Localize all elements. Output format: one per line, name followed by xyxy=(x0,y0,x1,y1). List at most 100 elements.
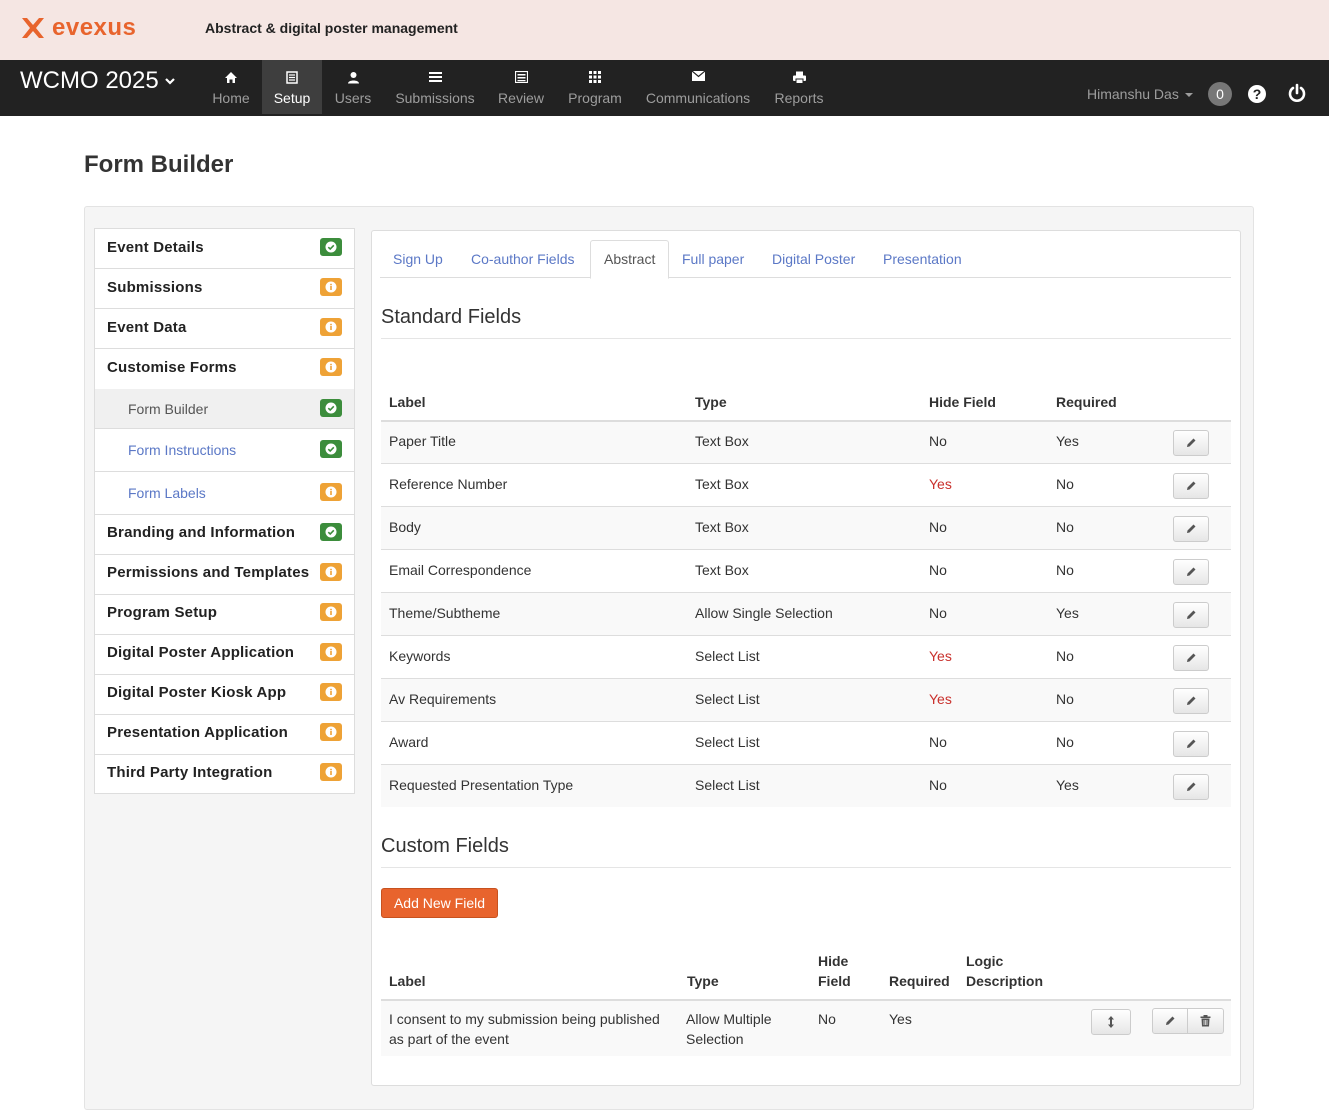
field-type: Select List xyxy=(695,648,760,664)
field-label: Email Correspondence xyxy=(389,562,532,578)
edit-field-button[interactable] xyxy=(1173,430,1209,456)
sidebar-item-event-details[interactable]: Event Details xyxy=(95,229,354,269)
col-header-logic: Logic Description xyxy=(966,951,1043,991)
field-label-line2: as part of the event xyxy=(389,1031,509,1047)
field-type-line1: Allow Multiple xyxy=(686,1011,772,1027)
nav-review-label: Review xyxy=(498,90,544,106)
review-icon xyxy=(514,71,528,83)
sidebar-item-label: Digital Poster Application xyxy=(107,644,295,661)
tab-digital-poster[interactable]: Digital Poster xyxy=(759,240,868,278)
edit-field-button[interactable] xyxy=(1173,473,1209,499)
tab-sign-up[interactable]: Sign Up xyxy=(380,240,456,278)
info-circle-icon xyxy=(320,723,342,741)
table-row: I consent to my submission being publish… xyxy=(381,999,1231,1056)
table-row: Theme/Subtheme Allow Single Selection No… xyxy=(381,592,1231,635)
home-icon xyxy=(225,72,237,83)
info-circle-icon xyxy=(320,278,342,296)
nav-submissions[interactable]: Submissions xyxy=(389,60,481,114)
nav-review[interactable]: Review xyxy=(493,60,549,114)
field-required: No xyxy=(1056,519,1074,535)
field-hide: Yes xyxy=(929,476,952,492)
sidebar-item-event-data[interactable]: Event Data xyxy=(95,309,354,349)
nav-communications[interactable]: Communications xyxy=(640,60,756,114)
info-circle-icon xyxy=(320,358,342,376)
sidebar-item-presentation-app[interactable]: Presentation Application xyxy=(95,715,354,755)
field-required: No xyxy=(1056,562,1074,578)
sidebar-item-permissions[interactable]: Permissions and Templates xyxy=(95,555,354,595)
edit-field-button[interactable] xyxy=(1173,688,1209,714)
pencil-icon xyxy=(1187,610,1196,619)
sidebar-item-form-instructions[interactable]: Form Instructions xyxy=(95,429,354,472)
setup-sidebar: Event Details Submissions Event Data Cus… xyxy=(94,228,355,794)
sidebar-item-submissions[interactable]: Submissions xyxy=(95,269,354,309)
delete-field-button[interactable] xyxy=(1188,1008,1224,1034)
nav-home[interactable]: Home xyxy=(202,60,260,114)
page-title: Form Builder xyxy=(84,151,234,178)
table-row: Reference Number Text Box Yes No xyxy=(381,463,1231,506)
field-label: I consent to my submission being publish… xyxy=(389,1009,660,1049)
setup-icon xyxy=(286,71,298,84)
nav-setup[interactable]: Setup xyxy=(262,60,322,114)
pencil-icon xyxy=(1166,1016,1175,1025)
user-icon xyxy=(347,72,359,84)
sidebar-item-label: Branding and Information xyxy=(107,524,296,541)
sidebar-item-label: Third Party Integration xyxy=(107,764,273,781)
info-circle-icon xyxy=(320,318,342,336)
tab-co-author-fields[interactable]: Co-author Fields xyxy=(458,240,588,278)
notification-badge[interactable]: 0 xyxy=(1208,82,1232,106)
sidebar-item-digital-poster-app[interactable]: Digital Poster Application xyxy=(95,635,354,675)
field-type: Allow Single Selection xyxy=(695,605,833,621)
field-hide: No xyxy=(929,562,947,578)
col-header-hide-line1: Hide xyxy=(818,953,849,969)
table-row: Email Correspondence Text Box No No xyxy=(381,549,1231,592)
nav-users[interactable]: Users xyxy=(326,60,380,114)
print-icon xyxy=(792,71,806,84)
sidebar-item-third-party[interactable]: Third Party Integration xyxy=(95,755,354,793)
edit-field-button[interactable] xyxy=(1173,602,1209,628)
sidebar-item-form-labels[interactable]: Form Labels xyxy=(95,472,354,515)
field-label: Theme/Subtheme xyxy=(389,605,501,621)
edit-field-button[interactable] xyxy=(1152,1008,1188,1034)
add-new-field-button[interactable]: Add New Field xyxy=(381,888,498,918)
field-type-line2: Selection xyxy=(686,1031,744,1047)
help-icon[interactable]: ? xyxy=(1247,84,1267,104)
edit-field-button[interactable] xyxy=(1173,645,1209,671)
field-required: No xyxy=(1056,476,1074,492)
nav-reports-label: Reports xyxy=(774,90,824,106)
tab-full-paper[interactable]: Full paper xyxy=(669,240,757,278)
sidebar-item-customise-forms[interactable]: Customise Forms xyxy=(95,349,354,389)
tab-presentation[interactable]: Presentation xyxy=(870,240,975,278)
sidebar-item-branding[interactable]: Branding and Information xyxy=(95,515,354,555)
tagline: Abstract & digital poster management xyxy=(205,20,458,36)
edit-field-button[interactable] xyxy=(1173,516,1209,542)
edit-field-button[interactable] xyxy=(1173,731,1209,757)
event-switcher[interactable]: WCMO 2025 xyxy=(20,66,175,96)
pencil-icon xyxy=(1187,438,1196,447)
chevron-down-icon xyxy=(164,78,175,85)
nav-submissions-label: Submissions xyxy=(395,90,475,106)
check-circle-icon xyxy=(320,523,342,541)
evexus-logo[interactable]: evexus xyxy=(20,14,136,42)
sidebar-item-label: Event Data xyxy=(107,319,187,336)
sidebar-item-kiosk-app[interactable]: Digital Poster Kiosk App xyxy=(95,675,354,715)
sidebar-item-program-setup[interactable]: Program Setup xyxy=(95,595,354,635)
field-label-line1: I consent to my submission being publish… xyxy=(389,1011,660,1027)
edit-field-button[interactable] xyxy=(1173,774,1209,800)
reorder-button[interactable] xyxy=(1091,1009,1131,1035)
tab-abstract[interactable]: Abstract xyxy=(590,240,670,279)
pencil-icon xyxy=(1187,782,1196,791)
sidebar-item-label: Form Labels xyxy=(128,485,206,501)
user-menu[interactable]: Himanshu Das xyxy=(1087,86,1193,102)
sidebar-item-form-builder[interactable]: Form Builder xyxy=(95,389,354,429)
envelope-icon xyxy=(691,71,705,81)
field-hide: No xyxy=(929,433,947,449)
section-divider xyxy=(381,867,1231,868)
nav-program[interactable]: Program xyxy=(562,60,628,114)
power-icon[interactable] xyxy=(1287,83,1307,103)
field-hide: No xyxy=(929,605,947,621)
edit-field-button[interactable] xyxy=(1173,559,1209,585)
col-header-required: Required xyxy=(1056,394,1117,410)
nav-reports[interactable]: Reports xyxy=(768,60,830,114)
field-hide: No xyxy=(929,734,947,750)
col-header-label: Label xyxy=(389,394,426,410)
